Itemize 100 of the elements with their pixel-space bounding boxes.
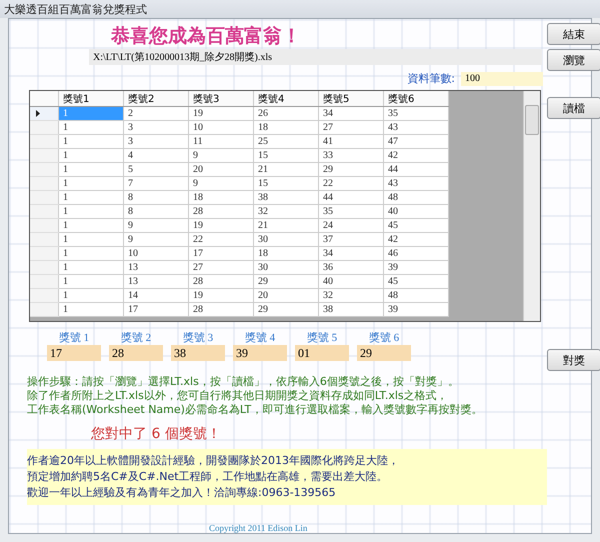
table-cell: 1 — [58, 176, 124, 190]
table-cell: 15 — [254, 176, 318, 190]
current-row-icon — [36, 110, 40, 117]
instruction-text: 除了作者所附上之LT.xls以外，您可自行將其他日期開獎之資料存成如同LT.xls之格式， — [27, 389, 449, 403]
number-field[interactable]: 28 — [109, 345, 163, 361]
table-cell: 34 — [318, 246, 384, 260]
table-cell: 3 — [124, 120, 188, 134]
table-cell: 1 — [58, 134, 124, 148]
column-header[interactable]: 獎號6 — [384, 91, 448, 106]
table-cell: 21 — [254, 162, 318, 176]
table-cell: 38 — [318, 302, 384, 316]
table-cell: 8 — [124, 190, 188, 204]
table-cell: 24 — [318, 218, 384, 232]
table-cell: 18 — [188, 190, 254, 204]
table-cell: 29 — [254, 274, 318, 288]
table-cell: 26 — [254, 106, 318, 120]
table-cell: 25 — [254, 134, 318, 148]
table-cell: 22 — [188, 232, 254, 246]
table-cell: 28 — [188, 274, 254, 288]
table-cell: 45 — [384, 274, 448, 288]
number-label: 獎號 2 — [120, 331, 152, 345]
table-cell: 28 — [188, 204, 254, 218]
table-cell: 20 — [254, 288, 318, 302]
table-cell: 7 — [124, 176, 188, 190]
column-header[interactable]: 獎號1 — [58, 91, 124, 106]
table-cell: 43 — [384, 176, 448, 190]
table-cell: 1 — [58, 106, 124, 120]
number-field[interactable]: 39 — [233, 345, 287, 361]
table-cell: 35 — [384, 106, 448, 120]
browse-button[interactable]: 瀏覽 — [547, 49, 600, 71]
table-cell: 44 — [318, 190, 384, 204]
table-cell: 15 — [254, 148, 318, 162]
table-cell: 30 — [254, 232, 318, 246]
table-cell: 1 — [58, 232, 124, 246]
number-field[interactable]: 01 — [295, 345, 349, 361]
table-cell: 30 — [254, 260, 318, 274]
number-field[interactable]: 17 — [47, 345, 101, 361]
number-label: 獎號 4 — [244, 331, 276, 345]
instruction-text: 工作表名稱(Worksheet Name)必需命名為LT，即可進行選取檔案，輸入獎號數字再按對獎。 — [27, 403, 484, 417]
column-header[interactable]: 獎號2 — [124, 91, 188, 106]
table-cell: 36 — [318, 260, 384, 274]
notice-text: 歡迎一年以上經驗及有為青年之加入！洽詢專線:0963-139565 — [27, 485, 337, 501]
table-cell: 5 — [124, 162, 188, 176]
column-header[interactable]: 獎號3 — [188, 91, 254, 106]
record-count-label: 資料筆數: — [407, 71, 455, 86]
table-cell: 27 — [318, 120, 384, 134]
table-cell: 1 — [58, 246, 124, 260]
table-cell: 45 — [384, 218, 448, 232]
table-cell: 35 — [318, 204, 384, 218]
check-button[interactable]: 對獎 — [547, 349, 600, 371]
table-cell: 1 — [58, 162, 124, 176]
table-cell: 1 — [58, 274, 124, 288]
table-cell: 18 — [254, 246, 318, 260]
table-cell: 42 — [384, 148, 448, 162]
table-cell: 20 — [188, 162, 254, 176]
number-label: 獎號 1 — [58, 331, 90, 345]
table-cell: 44 — [384, 162, 448, 176]
table-cell: 32 — [318, 288, 384, 302]
table-cell: 21 — [254, 218, 318, 232]
table-cell: 43 — [384, 120, 448, 134]
table-cell: 1 — [58, 120, 124, 134]
file-path-field[interactable]: X:\LT\LT(第102000013期_除夕28開獎).xls — [89, 49, 542, 65]
exit-button[interactable]: 結束 — [547, 23, 600, 45]
table-cell: 13 — [124, 260, 188, 274]
table-cell: 48 — [384, 288, 448, 302]
table-cell: 1 — [58, 302, 124, 316]
load-button[interactable]: 讀檔 — [547, 97, 600, 119]
table-cell: 42 — [384, 232, 448, 246]
table-cell: 13 — [124, 274, 188, 288]
number-label: 獎號 6 — [368, 331, 400, 345]
table-cell: 1 — [58, 190, 124, 204]
table-cell: 33 — [318, 148, 384, 162]
table-cell: 10 — [124, 246, 188, 260]
record-count-field[interactable]: 100 — [461, 72, 543, 86]
corner-header — [30, 91, 58, 106]
row-header[interactable] — [30, 106, 58, 120]
table-cell: 46 — [384, 246, 448, 260]
table-cell: 8 — [124, 204, 188, 218]
table-cell: 3 — [124, 134, 188, 148]
table-cell: 29 — [254, 302, 318, 316]
table-cell: 41 — [318, 134, 384, 148]
table-cell: 27 — [188, 260, 254, 274]
table-cell: 17 — [188, 246, 254, 260]
table-cell: 32 — [254, 204, 318, 218]
table-cell: 28 — [188, 302, 254, 316]
table-cell: 37 — [318, 232, 384, 246]
column-header[interactable]: 獎號5 — [318, 91, 384, 106]
number-field[interactable]: 29 — [357, 345, 411, 361]
number-label: 獎號 3 — [182, 331, 214, 345]
scrollbar[interactable] — [523, 91, 540, 321]
table-cell: 9 — [188, 148, 254, 162]
table-cell: 17 — [124, 302, 188, 316]
number-field[interactable]: 38 — [171, 345, 225, 361]
table-cell: 1 — [58, 218, 124, 232]
table-cell: 19 — [188, 288, 254, 302]
table-cell: 1 — [58, 260, 124, 274]
table-cell: 29 — [318, 162, 384, 176]
table-cell: 48 — [384, 190, 448, 204]
table-cell: 9 — [124, 218, 188, 232]
column-header[interactable]: 獎號4 — [254, 91, 318, 106]
